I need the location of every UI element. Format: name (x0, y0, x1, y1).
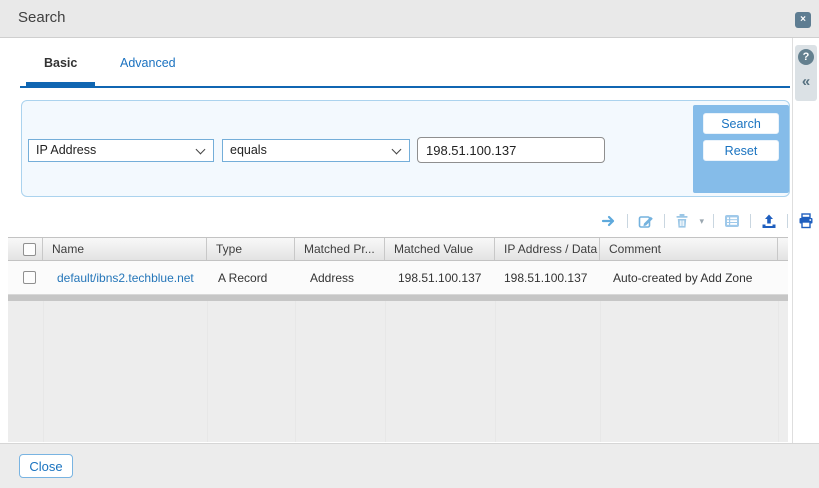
results-grid: Name Type Matched Pr... Matched Value IP… (8, 237, 788, 442)
toolbar-separator (664, 214, 665, 228)
list-view-icon[interactable] (723, 212, 741, 230)
dialog-titlebar: Search × (0, 0, 819, 38)
row-cell-checkbox (8, 271, 43, 284)
delete-caret-icon[interactable]: ▾ (699, 216, 704, 227)
export-icon[interactable] (760, 212, 778, 230)
toolbar-separator (627, 214, 628, 228)
record-name-link[interactable]: default/ibns2.techblue.net (57, 271, 194, 285)
select-all-checkbox[interactable] (23, 243, 36, 256)
row-cell-matched-value: 198.51.100.137 (385, 271, 495, 285)
toolbar-separator (787, 214, 788, 228)
operator-select[interactable]: equals (222, 139, 410, 162)
row-cell-matched-property: Address (295, 271, 385, 285)
close-icon[interactable]: × (795, 12, 811, 28)
search-actions-panel: Search Reset (693, 105, 789, 193)
chevron-down-icon (392, 145, 402, 155)
dialog-footer: Close (0, 443, 819, 488)
results-toolbar: ▾ (600, 211, 815, 231)
column-gridline (495, 301, 496, 442)
search-button[interactable]: Search (703, 113, 779, 134)
help-panel: ? « (795, 45, 817, 101)
tab-basic[interactable]: Basic (44, 56, 77, 70)
chevron-down-icon (196, 145, 206, 155)
help-icon[interactable]: ? (798, 49, 814, 65)
table-row: default/ibns2.techblue.net A Record Addr… (8, 261, 788, 295)
toolbar-separator (713, 214, 714, 228)
search-dialog: Search × ? « Basic Advanced IP Address e… (0, 0, 819, 488)
column-gridline (207, 301, 208, 442)
reset-button[interactable]: Reset (703, 140, 779, 161)
operator-select-value: equals (230, 143, 267, 157)
delete-icon[interactable] (674, 212, 690, 230)
row-cell-comment: Auto-created by Add Zone (600, 271, 778, 285)
row-cell-ip-address-data: 198.51.100.137 (495, 271, 600, 285)
dialog-title: Search (18, 9, 66, 26)
close-button[interactable]: Close (19, 454, 73, 478)
edit-icon[interactable] (637, 212, 655, 230)
grid-header-row: Name Type Matched Pr... Matched Value IP… (8, 237, 788, 261)
row-cell-type: A Record (207, 271, 295, 285)
toolbar-separator (750, 214, 751, 228)
right-rail: ? « (792, 38, 819, 443)
row-cell-name: default/ibns2.techblue.net (43, 271, 207, 285)
header-cell-matched-value[interactable]: Matched Value (385, 238, 495, 260)
column-gridline (295, 301, 296, 442)
header-cell-type[interactable]: Type (207, 238, 295, 260)
header-cell-spacer (778, 238, 788, 260)
search-form-panel: IP Address equals Search Reset (21, 100, 790, 197)
grid-empty-area (8, 301, 788, 442)
header-cell-ip-address-data[interactable]: IP Address / Data (495, 238, 600, 260)
collapse-icon[interactable]: « (795, 71, 817, 93)
header-cell-matched-property[interactable]: Matched Pr... (295, 238, 385, 260)
header-cell-name[interactable]: Name (43, 238, 207, 260)
header-cell-checkbox (8, 238, 43, 260)
column-gridline (778, 301, 779, 442)
tab-rule (20, 86, 790, 88)
column-gridline (600, 301, 601, 442)
column-gridline (385, 301, 386, 442)
column-gridline (43, 301, 44, 442)
active-tab-underline (26, 82, 95, 87)
row-checkbox[interactable] (23, 271, 36, 284)
field-select[interactable]: IP Address (28, 139, 214, 162)
search-value-input[interactable] (417, 137, 605, 163)
tab-advanced[interactable]: Advanced (120, 56, 176, 70)
go-arrow-icon[interactable] (600, 212, 618, 230)
field-select-value: IP Address (36, 143, 96, 157)
header-cell-comment[interactable]: Comment (600, 238, 778, 260)
print-icon[interactable] (797, 212, 815, 230)
